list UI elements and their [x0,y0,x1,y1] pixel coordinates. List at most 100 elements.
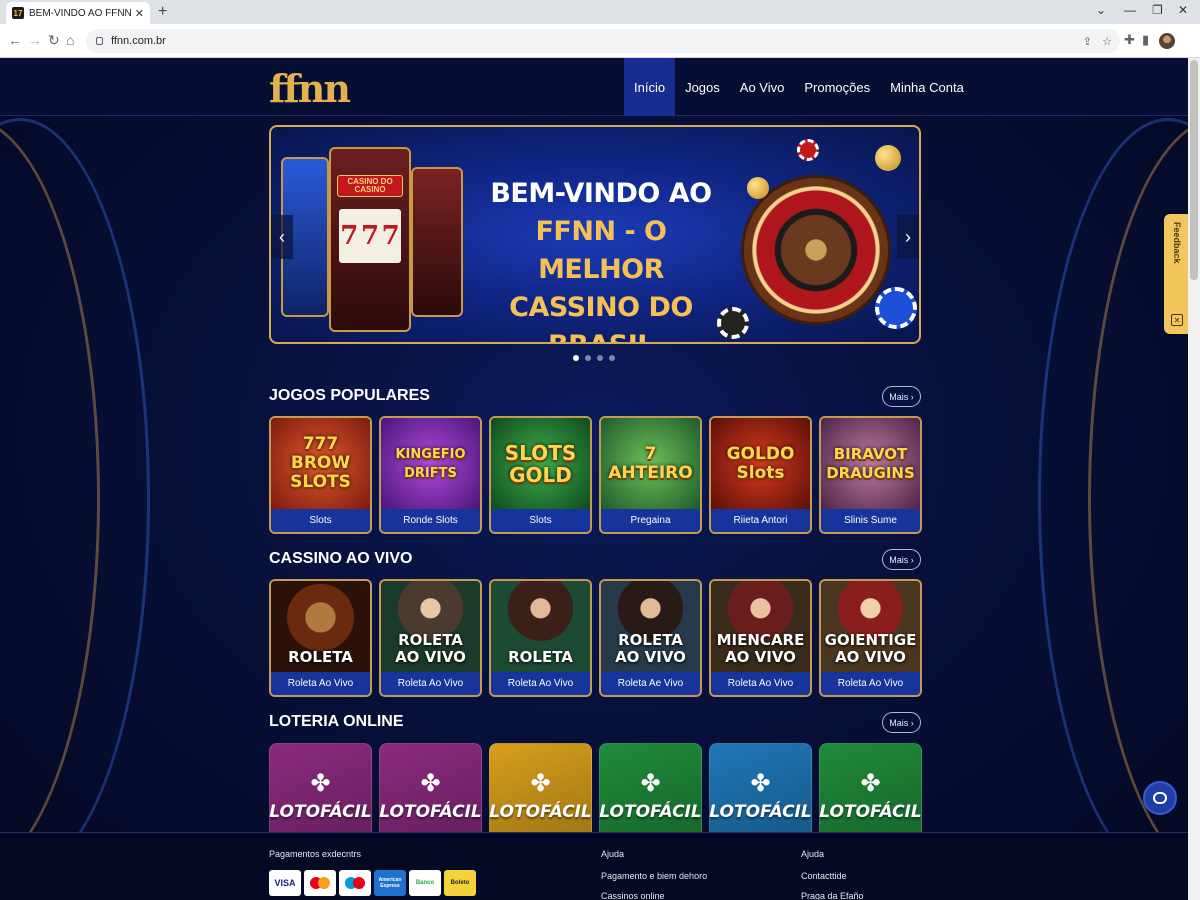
carousel-dots [573,355,615,361]
live-game-card[interactable]: MIENCARE AO VIVO Roleta Ao Vivo [709,579,812,697]
hero-banner[interactable]: CASINO DO CASINO 7 7 7 BEM-VINDO AO FFNN… [269,125,921,344]
lottery-name: LOTOFÁCIL [819,802,922,822]
clover-icon: ✤ [860,770,881,797]
site-favicon: 17 [12,7,24,19]
nav-promocoes[interactable]: Promoções [794,58,880,116]
poker-chip-image [797,139,819,161]
close-window-icon[interactable]: ✕ [1178,3,1188,17]
game-caption: Ronde Slots [381,509,480,532]
url-field[interactable]: ffnn.com.br ⇪ ☆ [86,29,1120,53]
game-caption: Roleta Ao Vivo [271,672,370,695]
site-logo[interactable]: ffnn [269,66,351,111]
lottery-more-button[interactable]: Mais › [882,712,921,733]
slot-machine-image [411,167,463,317]
carousel-dot[interactable] [597,355,603,361]
new-tab-icon[interactable]: + [158,3,167,21]
slot-reels: 7 7 7 [339,209,401,263]
game-card[interactable]: 777 BROW SLOTS Slots [269,416,372,534]
lottery-name: LOTOFÁCIL [709,802,812,822]
game-card[interactable]: GOLDO Slots Riieta Antori [709,416,812,534]
extensions-icon[interactable]: ✚ [1124,32,1135,48]
more-label: Mais [889,717,909,728]
live-more-button[interactable]: Mais › [882,549,921,570]
game-caption: Slots [271,509,370,532]
live-game-card[interactable]: ROLETA Roleta Ao Vivo [489,579,592,697]
back-icon[interactable]: ← [8,32,22,48]
game-art: SLOTS GOLD [491,418,590,509]
minimize-icon[interactable]: — [1124,3,1136,17]
game-art: 7 AHTEIRO [601,418,700,509]
url-text: ffnn.com.br [111,35,166,47]
game-art: ROLETA AO VIVO [601,581,700,672]
home-icon[interactable]: ⌂ [66,32,74,48]
nav-minha-conta[interactable]: Minha Conta [880,58,974,116]
game-card[interactable]: BIRAVOT DRAUGINS Slinis Sume [819,416,922,534]
game-card[interactable]: KINGEFIO DRIFTS Ronde Slots [379,416,482,534]
nav-jogos[interactable]: Jogos [675,58,730,116]
hero-prev-arrow[interactable]: ‹ [271,215,293,259]
game-card[interactable]: 7 AHTEIRO Pregaina [599,416,702,534]
live-game-card[interactable]: ROLETA AO VIVO Roleta Ae Vivo [599,579,702,697]
tab-search-icon[interactable]: ⌄ [1096,3,1106,17]
scrollbar-thumb[interactable] [1190,60,1198,280]
footer-link[interactable]: Ajuda [801,849,824,859]
game-art: GOIENTIGE AO VIVO [821,581,920,672]
site-header: ffnn Início Jogos Ao Vivo Promoções Minh… [0,58,1188,116]
gold-coin-image [747,177,769,199]
popular-more-button[interactable]: Mais › [882,386,921,407]
game-art: ROLETA [491,581,590,672]
more-label: Mais [889,554,909,565]
bank-logo: Banco [409,870,441,896]
game-card[interactable]: SLOTS GOLD Slots [489,416,592,534]
footer-link[interactable]: Praga da Efaño [801,891,864,900]
close-tab-icon[interactable]: ✕ [135,7,144,20]
reload-icon[interactable]: ↻ [48,32,60,49]
mastercard-logo [304,870,336,896]
lottery-name: LOTOFÁCIL [379,802,482,822]
lottery-card[interactable]: ✤ LOTOFÁCIL [269,743,372,833]
footer-link[interactable]: Ajuda [601,849,624,859]
side-panel-icon[interactable]: ▮ [1142,32,1149,48]
clover-icon: ✤ [640,770,661,797]
chat-button[interactable] [1143,781,1177,815]
footer-link[interactable]: Pagamento e biem dehoro [601,871,707,881]
lottery-card[interactable]: ✤ LOTOFÁCIL [379,743,482,833]
address-bar: ← → ↻ ⌂ ffnn.com.br ⇪ ☆ ✚ ▮ [0,24,1200,58]
section-title-popular: JOGOS POPULARES [269,387,430,404]
nav-inicio[interactable]: Início [624,58,676,116]
restore-icon[interactable]: ❐ [1152,3,1163,17]
profile-avatar[interactable] [1159,33,1175,49]
game-caption: Roleta Ao Vivo [821,672,920,695]
game-caption: Roleta Ao Vivo [711,672,810,695]
poker-chip-image [875,287,917,329]
lock-icon [96,37,103,45]
lottery-card[interactable]: ✤ LOTOFÁCIL [489,743,592,833]
reel-symbol: 7 [360,221,380,251]
bookmark-star-icon[interactable]: ☆ [1102,35,1112,48]
game-caption: Roleta Ao Vivo [491,672,590,695]
live-game-card[interactable]: ROLETA AO VIVO Roleta Ao Vivo [379,579,482,697]
footer-link[interactable]: Contacttide [801,871,847,881]
page-scrollbar[interactable] [1188,58,1200,900]
carousel-dot[interactable] [573,355,579,361]
lottery-card[interactable]: ✤ LOTOFÁCIL [599,743,702,833]
lottery-card[interactable]: ✤ LOTOFÁCIL [709,743,812,833]
clover-icon: ✤ [420,770,441,797]
nav-ao-vivo[interactable]: Ao Vivo [730,58,795,116]
share-icon[interactable]: ⇪ [1083,35,1092,48]
browser-tab[interactable]: 17 BEM-VINDO AO FFNN - O MELHOR ✕ [6,2,150,24]
lottery-card[interactable]: ✤ LOTOFÁCIL [819,743,922,833]
forward-icon[interactable]: → [28,32,42,48]
carousel-dot[interactable] [609,355,615,361]
hero-line-1: BEM-VINDO AO [490,178,712,209]
hero-line-3: CASSINO DO BRASIL [509,292,693,342]
live-game-card[interactable]: ROLETA Roleta Ao Vivo [269,579,372,697]
game-caption: Roleta Ao Vivo [381,672,480,695]
popular-games-row: 777 BROW SLOTS Slots KINGEFIO DRIFTS Ron… [269,416,922,534]
hero-next-arrow[interactable]: › [897,215,919,259]
carousel-dot[interactable] [585,355,591,361]
live-game-card[interactable]: GOIENTIGE AO VIVO Roleta Ao Vivo [819,579,922,697]
feedback-tab[interactable]: Feedback ✕ [1164,214,1190,334]
reel-symbol: 7 [340,221,359,251]
footer-link[interactable]: Cassinos online [601,891,665,900]
